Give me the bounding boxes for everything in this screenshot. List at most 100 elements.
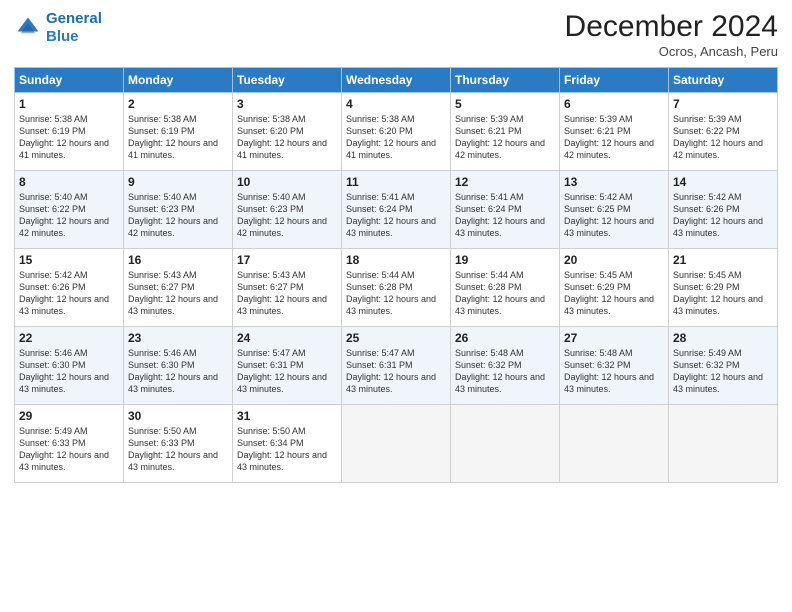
logo-line1: General: [46, 10, 102, 27]
logo-line2: Blue: [46, 28, 79, 45]
day-header-wednesday: Wednesday: [342, 68, 451, 93]
day-info: Sunrise: 5:49 AM Sunset: 6:32 PM Dayligh…: [673, 347, 773, 396]
day-header-saturday: Saturday: [669, 68, 778, 93]
day-info: Sunrise: 5:48 AM Sunset: 6:32 PM Dayligh…: [564, 347, 664, 396]
logo-text: General Blue: [46, 10, 102, 46]
day-info: Sunrise: 5:39 AM Sunset: 6:21 PM Dayligh…: [455, 113, 555, 162]
day-info: Sunrise: 5:50 AM Sunset: 6:33 PM Dayligh…: [128, 425, 228, 474]
day-number: 15: [19, 253, 119, 267]
day-info: Sunrise: 5:46 AM Sunset: 6:30 PM Dayligh…: [128, 347, 228, 396]
day-info: Sunrise: 5:43 AM Sunset: 6:27 PM Dayligh…: [128, 269, 228, 318]
calendar-cell: 6 Sunrise: 5:39 AM Sunset: 6:21 PM Daylig…: [560, 93, 669, 171]
day-number: 26: [455, 331, 555, 345]
day-number: 4: [346, 97, 446, 111]
calendar-cell: 1 Sunrise: 5:38 AM Sunset: 6:19 PM Daylig…: [15, 93, 124, 171]
day-number: 9: [128, 175, 228, 189]
day-number: 31: [237, 409, 337, 423]
day-info: Sunrise: 5:45 AM Sunset: 6:29 PM Dayligh…: [564, 269, 664, 318]
day-info: Sunrise: 5:50 AM Sunset: 6:34 PM Dayligh…: [237, 425, 337, 474]
day-number: 22: [19, 331, 119, 345]
day-number: 16: [128, 253, 228, 267]
day-info: Sunrise: 5:44 AM Sunset: 6:28 PM Dayligh…: [346, 269, 446, 318]
calendar-cell: 19Sunrise: 5:44 AM Sunset: 6:28 PM Dayli…: [451, 249, 560, 327]
day-header-thursday: Thursday: [451, 68, 560, 93]
day-number: 13: [564, 175, 664, 189]
day-header-friday: Friday: [560, 68, 669, 93]
calendar-cell: 30 Sunrise: 5:50 AM Sunset: 6:33 PM Dayli…: [124, 405, 233, 483]
day-info: Sunrise: 5:48 AM Sunset: 6:32 PM Dayligh…: [455, 347, 555, 396]
location-subtitle: Ocros, Ancash, Peru: [565, 44, 778, 59]
calendar-cell: 12 Sunrise: 5:41 AM Sunset: 6:24 PM Dayli…: [451, 171, 560, 249]
day-number: 2: [128, 97, 228, 111]
day-number: 1: [19, 97, 119, 111]
day-info: Sunrise: 5:38 AM Sunset: 6:19 PM Dayligh…: [19, 113, 119, 162]
header: General Blue December 2024 Ocros, Ancash…: [14, 10, 778, 59]
day-info: Sunrise: 5:47 AM Sunset: 6:31 PM Dayligh…: [237, 347, 337, 396]
calendar-cell: 13Sunrise: 5:42 AM Sunset: 6:25 PM Dayli…: [560, 171, 669, 249]
calendar-body: 1 Sunrise: 5:38 AM Sunset: 6:19 PM Daylig…: [15, 93, 778, 483]
day-number: 6: [564, 97, 664, 111]
day-number: 11: [346, 175, 446, 189]
day-info: Sunrise: 5:39 AM Sunset: 6:21 PM Dayligh…: [564, 113, 664, 162]
day-info: Sunrise: 5:38 AM Sunset: 6:19 PM Dayligh…: [128, 113, 228, 162]
day-number: 27: [564, 331, 664, 345]
calendar-cell: 10Sunrise: 5:40 AM Sunset: 6:23 PM Dayli…: [233, 171, 342, 249]
day-number: 3: [237, 97, 337, 111]
day-info: Sunrise: 5:49 AM Sunset: 6:33 PM Dayligh…: [19, 425, 119, 474]
day-info: Sunrise: 5:41 AM Sunset: 6:24 PM Dayligh…: [346, 191, 446, 240]
day-info: Sunrise: 5:45 AM Sunset: 6:29 PM Dayligh…: [673, 269, 773, 318]
day-number: 17: [237, 253, 337, 267]
day-number: 5: [455, 97, 555, 111]
calendar-cell: 9 Sunrise: 5:40 AM Sunset: 6:23 PM Daylig…: [124, 171, 233, 249]
day-number: 30: [128, 409, 228, 423]
day-number: 29: [19, 409, 119, 423]
calendar-cell: 27 Sunrise: 5:48 AM Sunset: 6:32 PM Dayli…: [560, 327, 669, 405]
day-info: Sunrise: 5:42 AM Sunset: 6:26 PM Dayligh…: [673, 191, 773, 240]
calendar-cell: 7Sunrise: 5:39 AM Sunset: 6:22 PM Daylig…: [669, 93, 778, 171]
calendar-header-row: SundayMondayTuesdayWednesdayThursdayFrid…: [15, 68, 778, 93]
day-info: Sunrise: 5:40 AM Sunset: 6:22 PM Dayligh…: [19, 191, 119, 240]
day-number: 18: [346, 253, 446, 267]
calendar-week-2: 8 Sunrise: 5:40 AM Sunset: 6:22 PM Daylig…: [15, 171, 778, 249]
calendar-cell: 17 Sunrise: 5:43 AM Sunset: 6:27 PM Dayli…: [233, 249, 342, 327]
day-number: 10: [237, 175, 337, 189]
title-block: December 2024 Ocros, Ancash, Peru: [565, 10, 778, 59]
day-info: Sunrise: 5:43 AM Sunset: 6:27 PM Dayligh…: [237, 269, 337, 318]
calendar-week-1: 1 Sunrise: 5:38 AM Sunset: 6:19 PM Daylig…: [15, 93, 778, 171]
month-title: December 2024: [565, 10, 778, 44]
day-info: Sunrise: 5:42 AM Sunset: 6:26 PM Dayligh…: [19, 269, 119, 318]
calendar-cell: 20 Sunrise: 5:45 AM Sunset: 6:29 PM Dayli…: [560, 249, 669, 327]
day-number: 20: [564, 253, 664, 267]
day-info: Sunrise: 5:40 AM Sunset: 6:23 PM Dayligh…: [128, 191, 228, 240]
calendar-cell: 18 Sunrise: 5:44 AM Sunset: 6:28 PM Dayli…: [342, 249, 451, 327]
calendar-cell: 5 Sunrise: 5:39 AM Sunset: 6:21 PM Daylig…: [451, 93, 560, 171]
day-number: 25: [346, 331, 446, 345]
calendar-cell: 22 Sunrise: 5:46 AM Sunset: 6:30 PM Dayli…: [15, 327, 124, 405]
day-number: 12: [455, 175, 555, 189]
day-number: 19: [455, 253, 555, 267]
calendar-week-5: 29 Sunrise: 5:49 AM Sunset: 6:33 PM Dayli…: [15, 405, 778, 483]
calendar-cell: 14Sunrise: 5:42 AM Sunset: 6:26 PM Dayli…: [669, 171, 778, 249]
calendar-cell: 16 Sunrise: 5:43 AM Sunset: 6:27 PM Dayli…: [124, 249, 233, 327]
day-number: 23: [128, 331, 228, 345]
calendar-table: SundayMondayTuesdayWednesdayThursdayFrid…: [14, 67, 778, 483]
day-number: 21: [673, 253, 773, 267]
calendar-week-3: 15 Sunrise: 5:42 AM Sunset: 6:26 PM Dayli…: [15, 249, 778, 327]
calendar-cell: 11 Sunrise: 5:41 AM Sunset: 6:24 PM Dayli…: [342, 171, 451, 249]
calendar-cell: [451, 405, 560, 483]
calendar-cell: 28Sunrise: 5:49 AM Sunset: 6:32 PM Dayli…: [669, 327, 778, 405]
calendar-cell: 8 Sunrise: 5:40 AM Sunset: 6:22 PM Daylig…: [15, 171, 124, 249]
calendar-cell: [560, 405, 669, 483]
day-header-monday: Monday: [124, 68, 233, 93]
day-info: Sunrise: 5:46 AM Sunset: 6:30 PM Dayligh…: [19, 347, 119, 396]
day-info: Sunrise: 5:41 AM Sunset: 6:24 PM Dayligh…: [455, 191, 555, 240]
calendar-week-4: 22 Sunrise: 5:46 AM Sunset: 6:30 PM Dayli…: [15, 327, 778, 405]
day-info: Sunrise: 5:47 AM Sunset: 6:31 PM Dayligh…: [346, 347, 446, 396]
calendar-cell: 2 Sunrise: 5:38 AM Sunset: 6:19 PM Daylig…: [124, 93, 233, 171]
calendar-cell: 15 Sunrise: 5:42 AM Sunset: 6:26 PM Dayli…: [15, 249, 124, 327]
logo-icon: [14, 14, 42, 42]
day-info: Sunrise: 5:38 AM Sunset: 6:20 PM Dayligh…: [346, 113, 446, 162]
calendar-cell: 4 Sunrise: 5:38 AM Sunset: 6:20 PM Daylig…: [342, 93, 451, 171]
day-number: 8: [19, 175, 119, 189]
calendar-cell: 23 Sunrise: 5:46 AM Sunset: 6:30 PM Dayli…: [124, 327, 233, 405]
